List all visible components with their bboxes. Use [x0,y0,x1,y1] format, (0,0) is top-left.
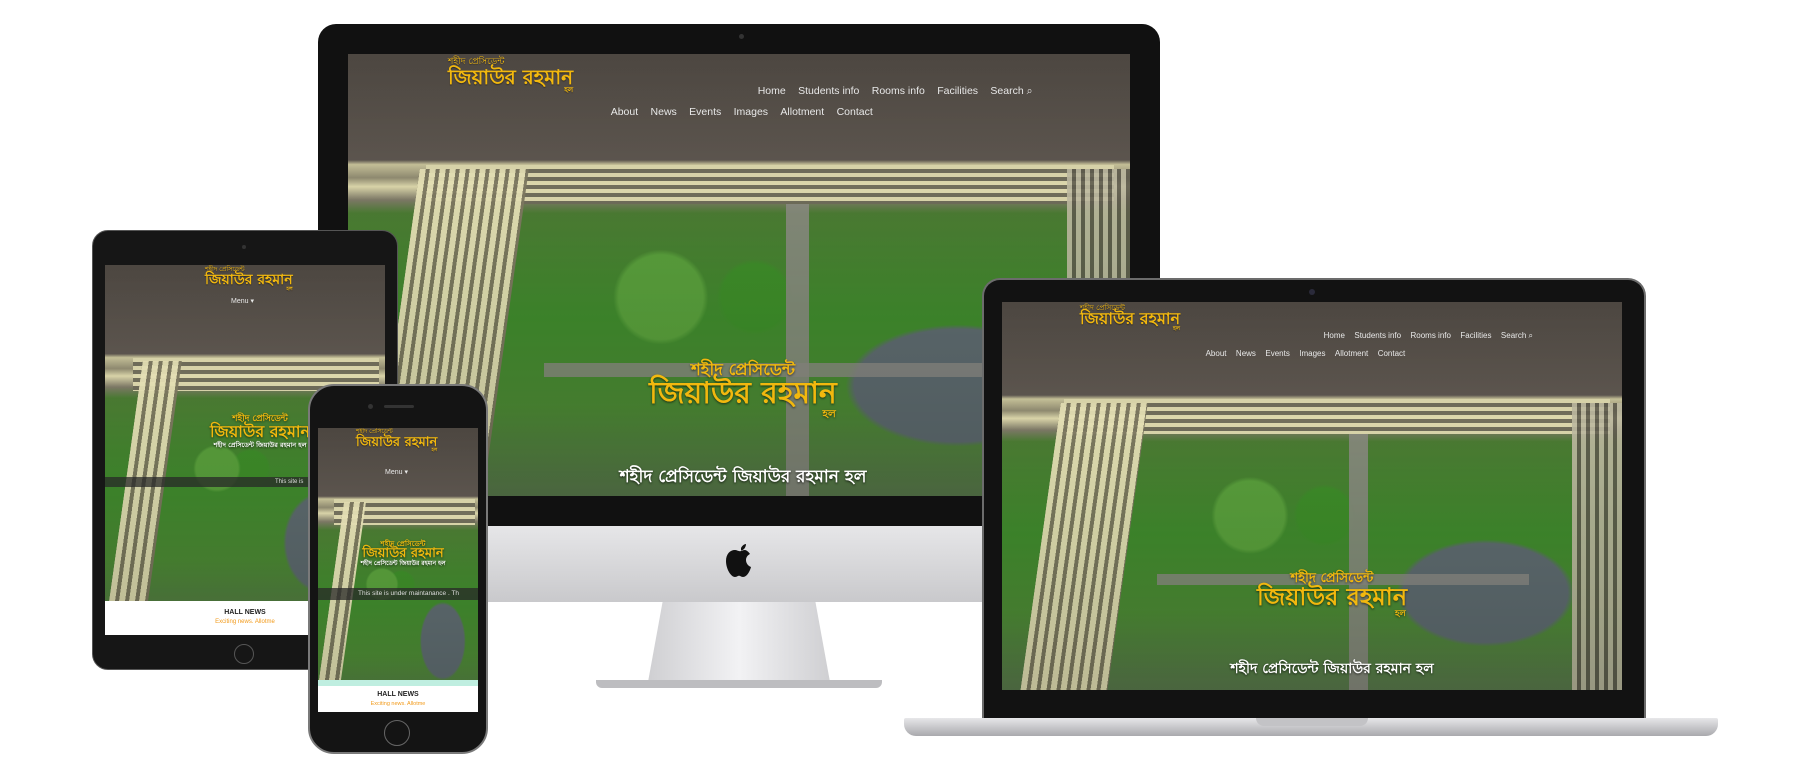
hero-caption-text: শহীদ প্রেসিডেন্ট জিয়াউর রহমান হল [619,467,867,487]
nav-images[interactable]: Images [734,106,768,118]
hero-title: শহীদ প্রেসিডেন্ট জিয়াউর রহমান হল [1217,572,1447,618]
imac-foot [596,680,882,688]
nav-facilities[interactable]: Facilities [937,85,978,97]
main-nav-row1: Home Students info Rooms info Facilities… [1320,331,1537,341]
nav-contact[interactable]: Contact [1378,349,1406,358]
nav-news[interactable]: News [1236,349,1256,358]
nav-allotment[interactable]: Allotment [780,106,824,118]
imac-camera [739,34,744,39]
menu-toggle[interactable]: Menu ▾ [231,297,254,305]
hero-caption-text: শহীদ প্রেসিডেন্ট জিয়াউর রহমান হল [1230,661,1434,677]
phone-screen: শহীদ প্রেসিডেন্ট জিয়াউর রহমান হল Menu ▾… [318,428,478,712]
maintenance-notice: This site is under maintanance . Th [318,588,478,600]
site-logo[interactable]: শহীদ প্রেসিডেন্ট জিয়াউর রহমান হল [1080,304,1180,333]
nav-images[interactable]: Images [1299,349,1325,358]
nav-events[interactable]: Events [689,106,721,118]
hero-main-line: জিয়াউর রহমান [362,546,444,562]
phone-speaker [384,405,414,408]
logo-main-line: জিয়াউর রহমান [1080,309,1181,329]
laptop-device: শহীদ প্রেসিডেন্ট জিয়াউর রহমান হল Home S… [904,278,1720,748]
site-logo[interactable]: শহীদ প্রেসিডেন্ট জিয়াউর রহমান হল [205,266,293,293]
search-icon: ⌕ [1528,331,1533,340]
nav-facilities[interactable]: Facilities [1460,331,1491,340]
hero-title: শহীদ প্রেসিডেন্ট জিয়াউর রহমান হল [598,361,888,419]
main-nav-row2: About News Events Images Allotment Conta… [606,106,877,118]
main-nav-row2: About News Events Images Allotment Conta… [1202,349,1409,358]
news-heading: HALL NEWS [377,691,419,698]
hero-title: শহীদ প্রেসিডেন্ট জিয়াউর রহমান শহীদ প্রে… [338,540,468,568]
logo-sub-line: হল [1172,326,1181,333]
screen-shade [1002,302,1622,690]
nav-allotment[interactable]: Allotment [1335,349,1368,358]
hero-caption: শহীদ প্রেসিডেন্ট জিয়াউর রহমান হল [528,469,958,486]
site-logo[interactable]: শহীদ প্রেসিডেন্ট জিয়াউর রহমান হল [448,58,573,94]
imac-stand [648,602,830,682]
nav-search-label: Search [990,85,1024,97]
news-ticker[interactable]: Exciting news. Allotme [318,701,478,707]
hero-caption-text: শহীদ প্রেসিডেন্ট জিয়াউর রহমান হল [360,561,446,568]
logo-main-line: জিয়াউর রহমান [356,434,438,450]
hero-caption: শহীদ প্রেসিডেন্ট জিয়াউর রহমান হল [1162,662,1502,676]
phone-camera [368,404,373,409]
tablet-home-button[interactable] [234,644,254,664]
tablet-camera [242,245,246,249]
menu-toggle[interactable]: Menu ▾ [385,468,408,476]
nav-contact[interactable]: Contact [837,106,873,118]
hall-news-section: HALL NEWS Exciting news. Allotme [318,686,478,712]
nav-about[interactable]: About [611,106,638,118]
nav-students-info[interactable]: Students info [798,85,859,97]
nav-search[interactable]: Search ⌕ [1501,331,1533,340]
nav-rooms-info[interactable]: Rooms info [872,85,925,97]
logo-main-line: জিয়াউর রহমান [448,65,574,89]
logo-main-line: জিয়াউর রহমান [205,272,293,289]
laptop-notch [1256,718,1368,726]
notice-text: This site is under maintanance . Th [358,590,460,597]
nav-search[interactable]: Search ⌕ [990,85,1032,97]
site-logo[interactable]: শহীদ প্রেসিডেন্ট জিয়াউর রহমান হল [356,429,438,453]
nav-news[interactable]: News [651,106,677,118]
search-icon: ⌕ [1026,85,1033,97]
apple-logo-icon [723,542,755,580]
notice-text: This site is [275,479,304,485]
laptop-camera [1309,289,1315,295]
hero-main-line: জিয়াউর রহমান [209,421,311,441]
main-nav-row1: Home Students info Rooms info Facilities… [753,85,1037,98]
laptop-screen: শহীদ প্রেসিডেন্ট জিয়াউর রহমান হল Home S… [1002,302,1622,690]
phone-home-button[interactable] [384,720,410,746]
hero-main-line: জিয়াউর রহমান [649,375,837,411]
nav-students-info[interactable]: Students info [1354,331,1401,340]
nav-home[interactable]: Home [1324,331,1345,340]
phone-device: শহীদ প্রেসিডেন্ট জিয়াউর রহমান হল Menu ▾… [308,384,488,754]
nav-search-label: Search [1500,331,1527,340]
hero-main-line: জিয়াউর রহমান [1256,583,1408,612]
logo-sub-line: হল [286,286,293,293]
nav-about[interactable]: About [1206,349,1227,358]
nav-home[interactable]: Home [758,85,786,97]
nav-rooms-info[interactable]: Rooms info [1410,331,1450,340]
nav-events[interactable]: Events [1265,349,1289,358]
